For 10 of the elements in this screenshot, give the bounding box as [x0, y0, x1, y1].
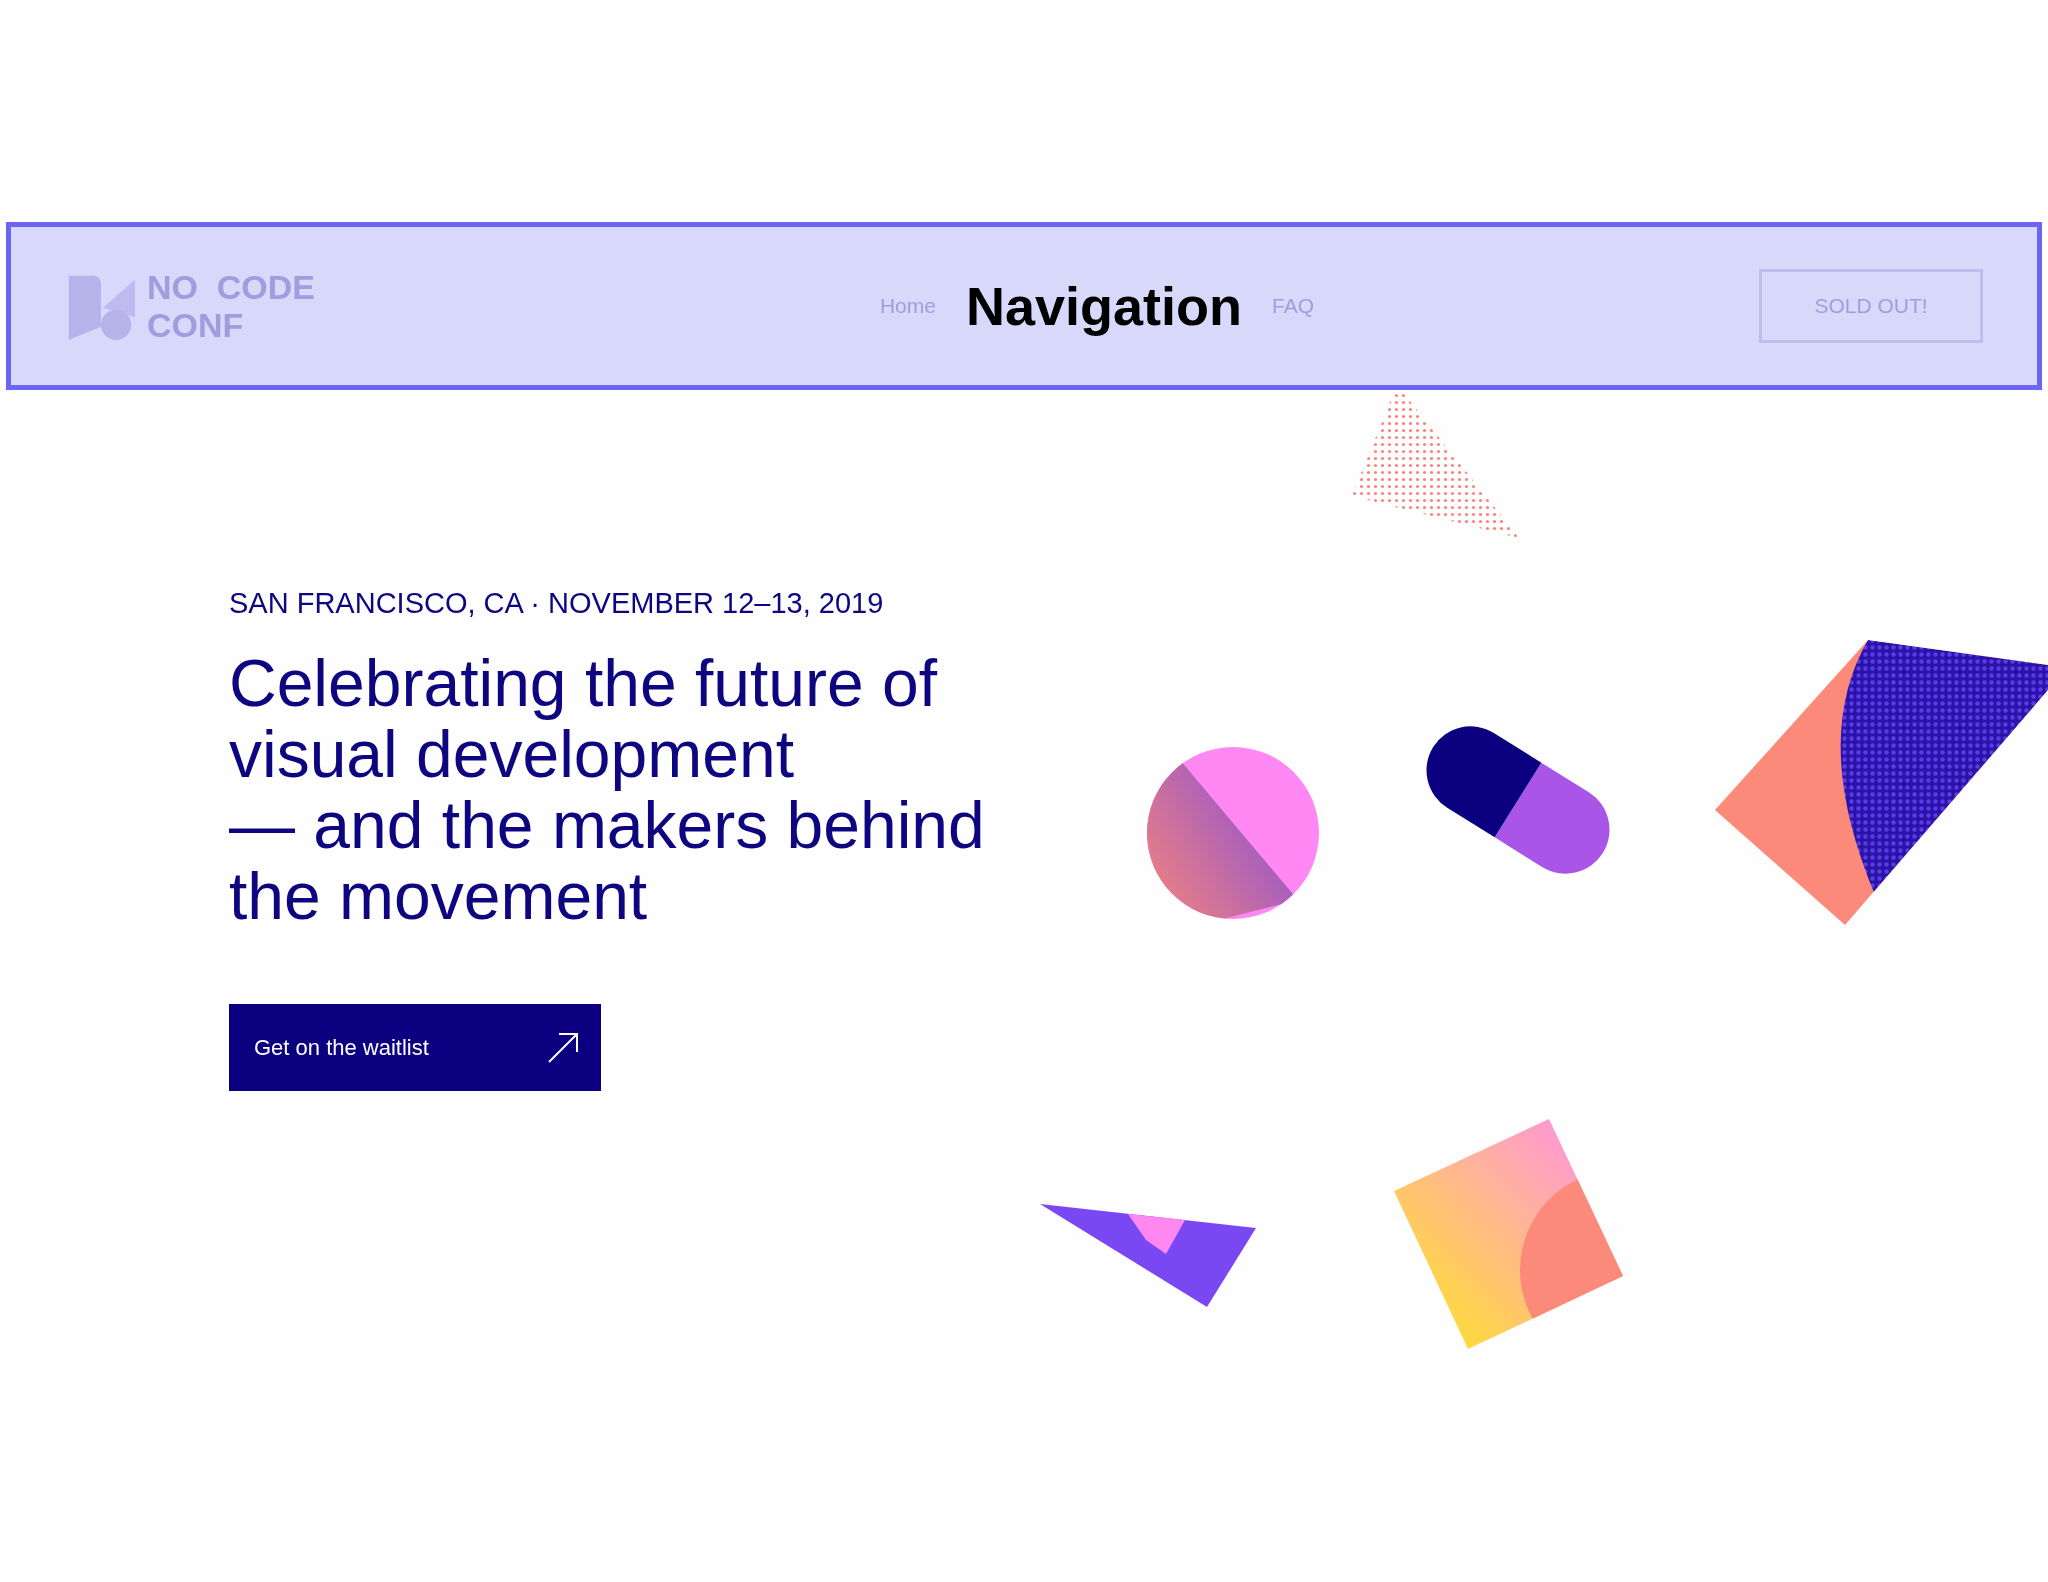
sold-out-button[interactable]: SOLD OUT! [1759, 269, 1983, 343]
nav-link[interactable]: FAQ [1272, 290, 1315, 322]
arrow-icon [547, 1031, 579, 1064]
logo-text: NO CODE [146, 268, 315, 306]
event-details: SAN FRANCISCO, CA · NOVEMBER 12–13, 2019 [229, 586, 884, 620]
waitlist-button[interactable]: Get on the waitlist [229, 1004, 601, 1091]
logo-text: CONF [146, 306, 245, 344]
annotation-label: Navigation [966, 274, 1243, 338]
nav-link[interactable]: Home [879, 290, 936, 322]
headline: Celebrating the future of visual development — and the makers behind the movement [229, 648, 985, 932]
